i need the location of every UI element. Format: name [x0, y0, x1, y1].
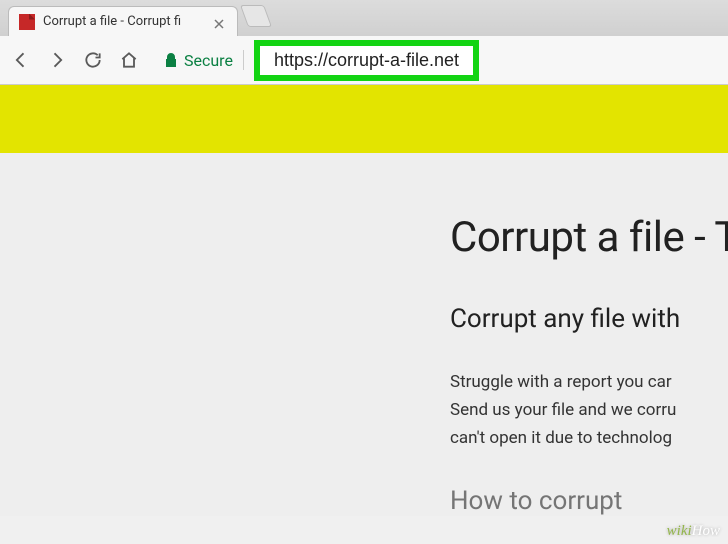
- watermark-suffix: How: [692, 523, 720, 539]
- watermark: wikiHow: [667, 523, 720, 540]
- address-bar[interactable]: Secure https://corrupt-a-file.net: [154, 44, 718, 76]
- new-tab-button[interactable]: [240, 5, 272, 27]
- para-line: Struggle with a report you car: [450, 372, 672, 392]
- intro-paragraph: Struggle with a report you car Send us y…: [450, 368, 728, 452]
- browser-chrome: Corrupt a file - Corrupt fi Secure: [0, 0, 728, 85]
- para-line: Send us your file and we corru: [450, 400, 676, 420]
- browser-tab[interactable]: Corrupt a file - Corrupt fi: [8, 6, 238, 36]
- home-button[interactable]: [118, 49, 140, 71]
- forward-button[interactable]: [46, 49, 68, 71]
- main-content: Corrupt a file - T Corrupt any file with…: [0, 153, 728, 516]
- close-tab-button[interactable]: [213, 15, 227, 29]
- secure-indicator: Secure: [164, 51, 233, 70]
- tab-title: Corrupt a file - Corrupt fi: [43, 14, 207, 29]
- site-banner: [0, 85, 728, 153]
- lock-icon: [164, 52, 178, 68]
- page-subtitle: Corrupt any file with: [450, 304, 728, 334]
- para-line: can't open it due to technolog: [450, 428, 672, 448]
- favicon-icon: [19, 14, 35, 30]
- tab-bar: Corrupt a file - Corrupt fi: [0, 0, 728, 36]
- toolbar: Secure https://corrupt-a-file.net: [0, 36, 728, 84]
- page-content: Corrupt a file - T Corrupt any file with…: [0, 85, 728, 516]
- url-highlight: https://corrupt-a-file.net: [254, 40, 479, 81]
- page-title: Corrupt a file - T: [450, 213, 728, 262]
- back-button[interactable]: [10, 49, 32, 71]
- watermark-prefix: wiki: [667, 523, 692, 539]
- reload-button[interactable]: [82, 49, 104, 71]
- section-heading: How to corrupt: [450, 486, 728, 516]
- divider: [243, 50, 244, 70]
- secure-label: Secure: [184, 51, 233, 70]
